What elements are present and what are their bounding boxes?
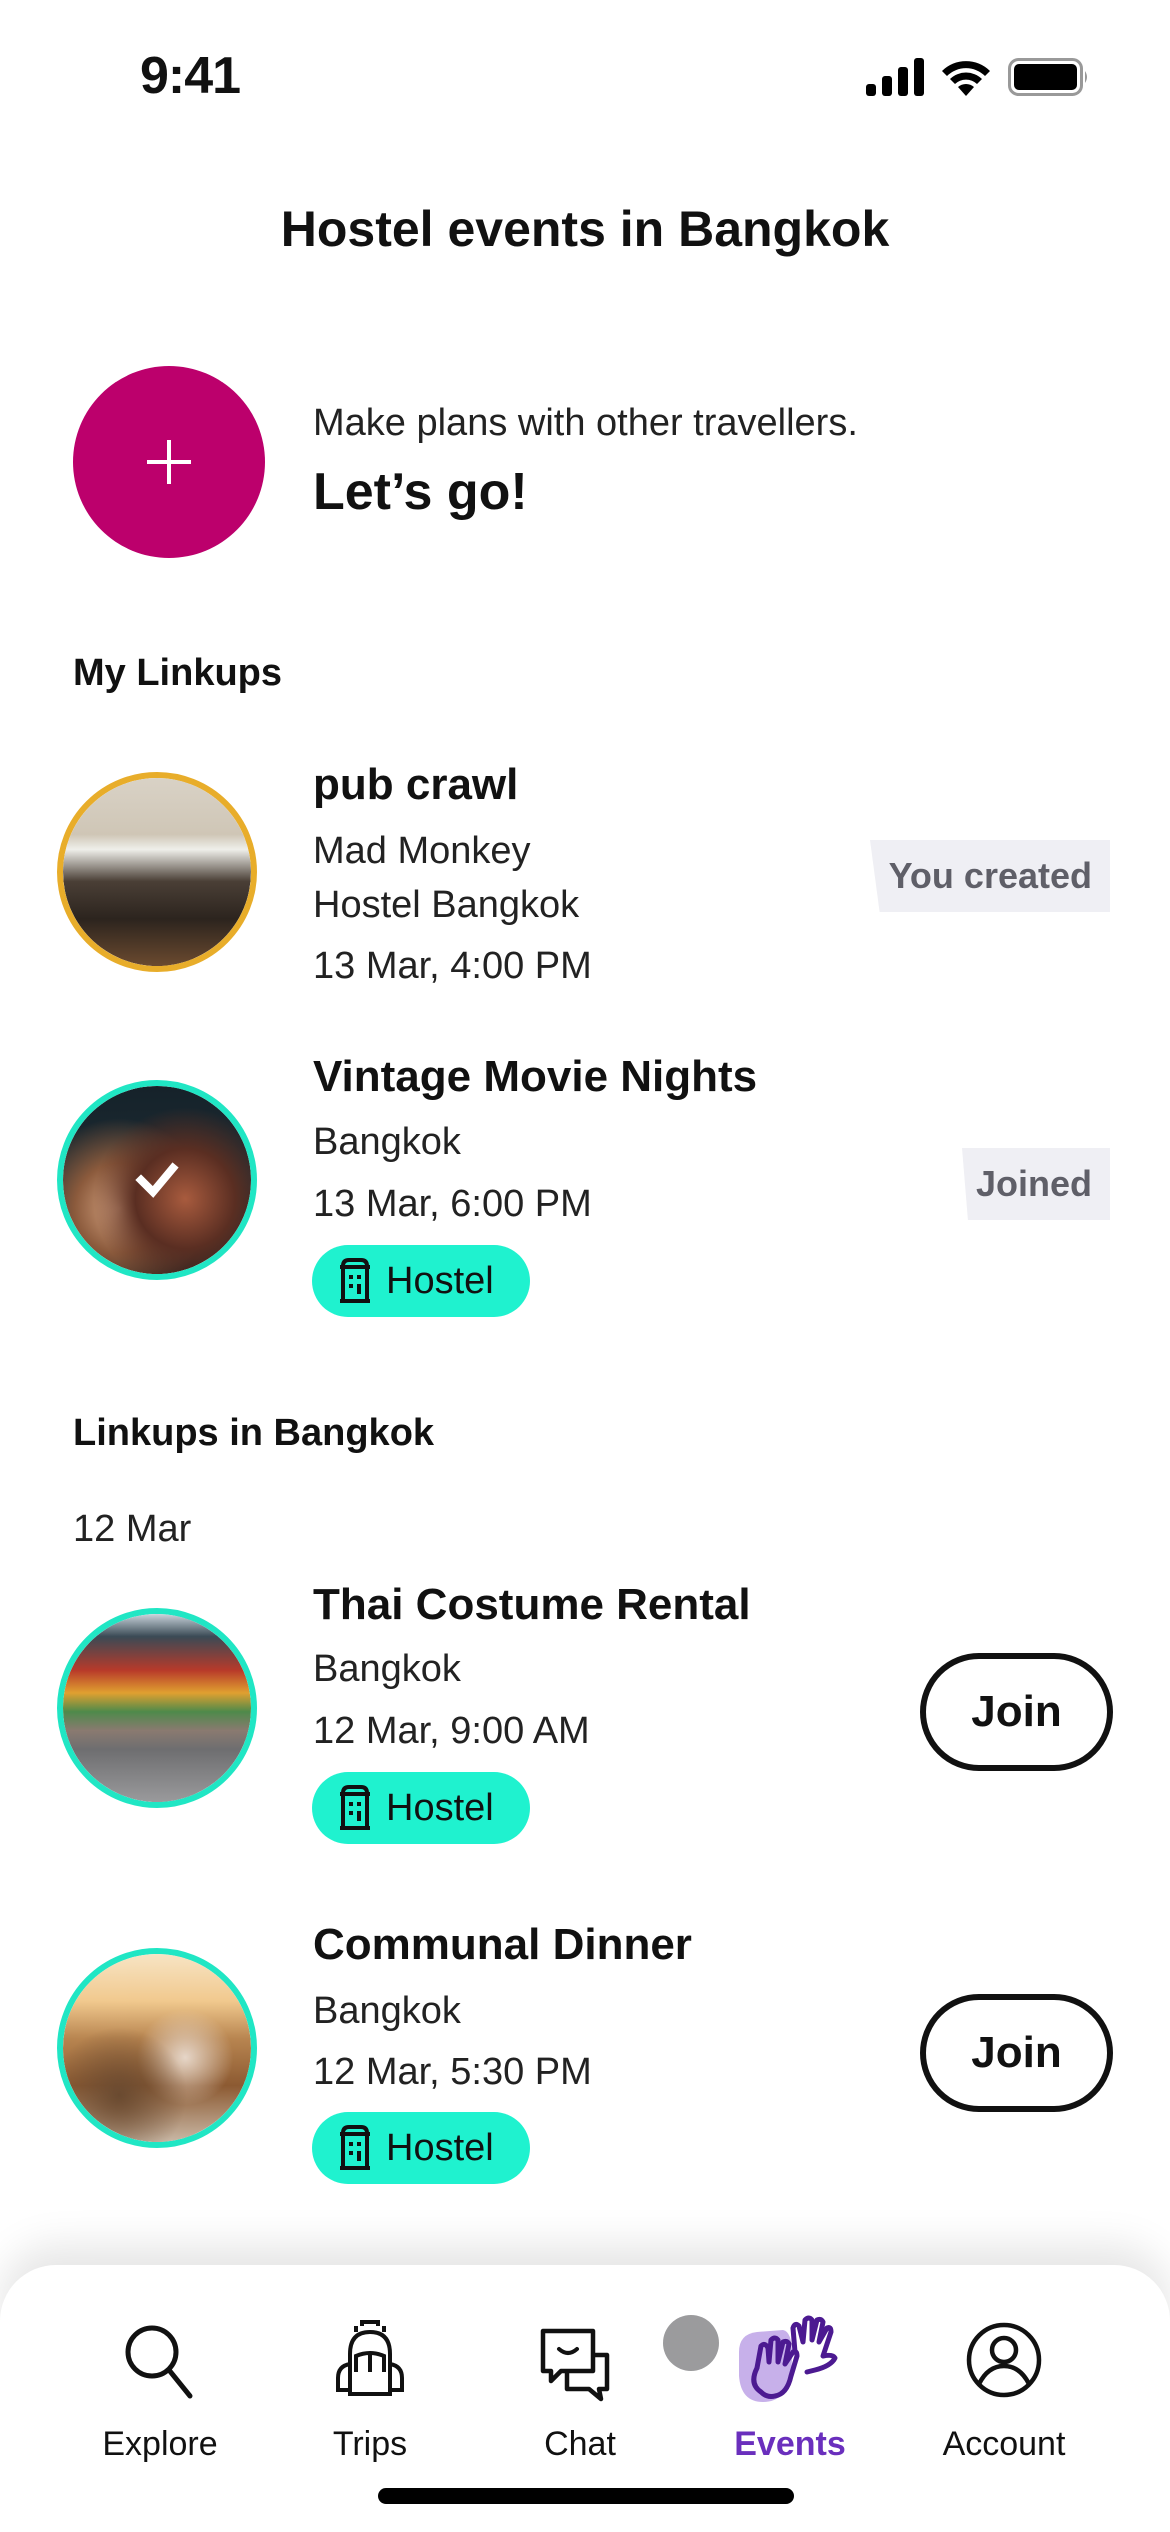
hostel-tag: Hostel (312, 1245, 530, 1317)
event-title[interactable]: Vintage Movie Nights (313, 1052, 757, 1102)
tab-explore[interactable]: Explore (60, 2305, 260, 2464)
join-button[interactable]: Join (920, 1653, 1113, 1771)
cellular-signal-icon (866, 58, 924, 96)
search-icon (125, 2325, 193, 2399)
plus-icon (147, 440, 191, 484)
event-avatar[interactable] (57, 772, 257, 972)
tab-label: Explore (102, 2425, 218, 2463)
event-avatar[interactable] (57, 1080, 257, 1280)
tag-label: Hostel (386, 1259, 494, 1302)
high-five-hands-icon (739, 2315, 838, 2402)
tab-label: Account (942, 2425, 1066, 2463)
city-linkups-heading: Linkups in Bangkok (73, 1412, 435, 1454)
home-indicator[interactable] (378, 2488, 794, 2504)
event-photo (63, 1614, 251, 1802)
date-group-heading: 12 Mar (73, 1508, 192, 1550)
event-photo (63, 778, 251, 966)
status-badge: You created (870, 840, 1110, 912)
tab-chat[interactable]: Chat (480, 2305, 719, 2464)
event-title[interactable]: Communal Dinner (313, 1920, 692, 1970)
join-button[interactable]: Join (920, 1994, 1113, 2112)
chat-bubbles-icon (540, 2328, 610, 2402)
event-avatar[interactable] (57, 1948, 257, 2148)
event-location-line2: Hostel Bangkok (313, 884, 580, 926)
event-title[interactable]: pub crawl (313, 760, 518, 810)
event-location: Bangkok (313, 1990, 461, 2032)
event-avatar[interactable] (57, 1608, 257, 1808)
event-location: Bangkok (313, 1121, 461, 1163)
tab-label: Events (734, 2425, 846, 2463)
tab-trips[interactable]: Trips (270, 2305, 470, 2464)
create-subtitle: Make plans with other travellers. (313, 402, 858, 444)
create-linkup-button[interactable] (73, 366, 265, 558)
event-title[interactable]: Thai Costume Rental (313, 1580, 751, 1630)
tab-events[interactable]: Events (690, 2305, 890, 2464)
wifi-icon (942, 61, 990, 96)
event-location: Mad Monkey (313, 830, 531, 872)
battery-icon (1008, 58, 1087, 96)
tag-label: Hostel (386, 1786, 494, 1829)
building-icon (340, 1785, 370, 1830)
building-icon (340, 2125, 370, 2170)
event-photo (63, 1954, 251, 2142)
event-location: Bangkok (313, 1648, 461, 1690)
event-datetime: 13 Mar, 6:00 PM (313, 1183, 592, 1225)
hostel-tag: Hostel (312, 2112, 530, 2184)
status-time: 9:41 (140, 47, 241, 105)
status-icons (866, 58, 1090, 96)
status-badge: Joined (962, 1148, 1110, 1220)
tab-account[interactable]: Account (904, 2305, 1104, 2464)
building-icon (340, 1258, 370, 1303)
user-circle-icon (966, 2322, 1042, 2398)
hostel-tag: Hostel (312, 1772, 530, 1844)
checkmark-icon (135, 1162, 179, 1198)
page-title: Hostel events in Bangkok (280, 201, 890, 257)
my-linkups-heading: My Linkups (73, 652, 283, 694)
event-datetime: 13 Mar, 4:00 PM (313, 945, 592, 987)
create-cta[interactable]: Let’s go! (313, 462, 528, 522)
event-datetime: 12 Mar, 5:30 PM (313, 2051, 592, 2093)
tab-label: Chat (544, 2425, 616, 2463)
tab-label: Trips (332, 2425, 408, 2463)
backpack-icon (336, 2320, 404, 2396)
tag-label: Hostel (386, 2126, 494, 2169)
event-datetime: 12 Mar, 9:00 AM (313, 1710, 590, 1752)
